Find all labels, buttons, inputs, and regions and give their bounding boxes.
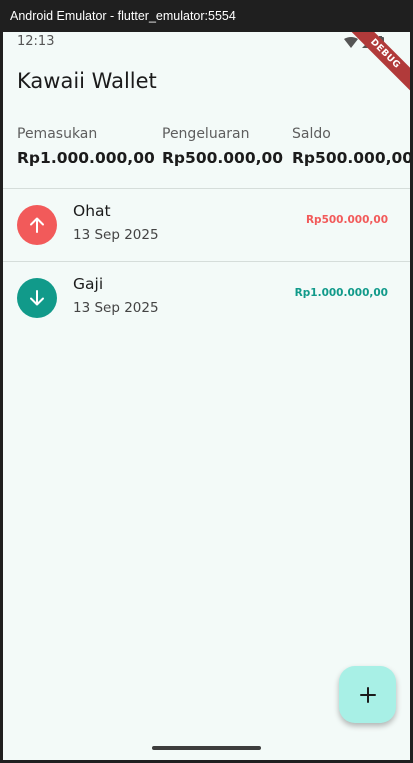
transaction-amount: Rp1.000.000,00	[294, 287, 388, 299]
gesture-nav-handle[interactable]	[152, 746, 261, 750]
transaction-date: 13 Sep 2025	[73, 227, 159, 243]
status-bar: 12:13 DEBUG	[3, 32, 410, 99]
transaction-amount: Rp500.000,00	[305, 214, 388, 226]
page-title: Kawaii Wallet	[17, 69, 157, 93]
transaction-date: 13 Sep 2025	[73, 300, 159, 316]
summary-panel: Pemasukan Rp1.000.000,00 Pengeluaran Rp5…	[17, 126, 410, 176]
plus-icon	[359, 686, 376, 703]
expense-avatar	[17, 205, 57, 245]
window-title: Android Emulator - flutter_emulator:5554	[10, 9, 236, 23]
window-titlebar: Android Emulator - flutter_emulator:5554	[0, 0, 413, 32]
income-label: Pemasukan	[17, 126, 98, 142]
income-avatar	[17, 278, 57, 318]
list-item[interactable]: Ohat 13 Sep 2025 Rp500.000,00	[3, 189, 410, 261]
balance-value: Rp500.000,00	[292, 149, 410, 167]
status-time: 12:13	[17, 34, 55, 49]
wifi-icon	[344, 36, 358, 48]
expense-label: Pengeluaran	[162, 126, 250, 142]
income-value: Rp1.000.000,00	[17, 149, 155, 167]
arrow-down-icon	[30, 290, 44, 306]
list-item[interactable]: Gaji 13 Sep 2025 Rp1.000.000,00	[3, 262, 410, 334]
emulator-screen: 12:13 DEBUG Kawaii Wallet Pemasukan Rp1.…	[3, 32, 410, 760]
expense-value: Rp500.000,00	[162, 149, 284, 167]
transaction-title: Ohat	[73, 202, 111, 220]
add-transaction-button[interactable]	[339, 666, 396, 723]
expense-summary: Pengeluaran Rp500.000,00	[162, 126, 283, 167]
arrow-up-icon	[30, 217, 44, 233]
balance-summary: Saldo Rp500.000,00	[292, 126, 410, 167]
balance-label: Saldo	[292, 126, 331, 142]
transaction-title: Gaji	[73, 275, 104, 293]
income-summary: Pemasukan Rp1.000.000,00	[17, 126, 155, 167]
